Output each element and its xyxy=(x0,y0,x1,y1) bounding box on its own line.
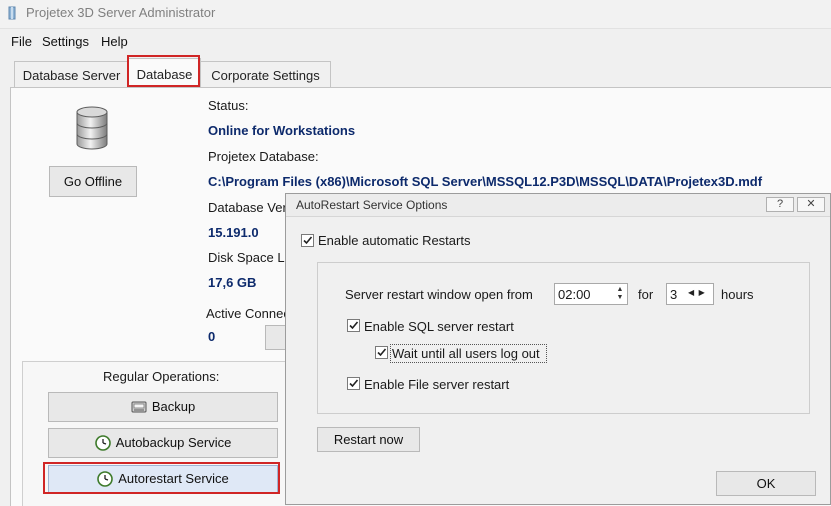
tab-database-server[interactable]: Database Server xyxy=(14,61,129,87)
status-value: Online for Workstations xyxy=(208,123,356,138)
status-label: Status: xyxy=(208,98,249,113)
version-value: 15.191.0 xyxy=(208,225,259,240)
active-connections-value: 0 xyxy=(208,329,216,344)
help-button[interactable]: ? xyxy=(766,197,794,212)
database-label: Projetex Database: xyxy=(208,149,319,164)
tab-strip: Database Server Database Corporate Setti… xyxy=(0,58,831,88)
enable-restarts-label: Enable automatic Restarts xyxy=(318,233,471,248)
check-icon xyxy=(377,348,387,357)
restart-now-button[interactable]: Restart now xyxy=(317,427,420,452)
autorestart-highlight xyxy=(43,462,280,494)
restart-time-value: 02:00 xyxy=(558,287,591,302)
dialog-title: AutoRestart Service Options xyxy=(296,198,448,212)
backup-button[interactable]: Backup xyxy=(48,392,278,422)
menu-help[interactable]: Help xyxy=(101,34,128,49)
check-icon xyxy=(349,321,359,330)
hours-input[interactable]: 3 ◀ ▶ xyxy=(666,283,714,305)
sql-restart-label: Enable SQL server restart xyxy=(364,319,514,334)
hours-spin-arrows[interactable]: ◀ ▶ xyxy=(688,288,705,297)
check-icon xyxy=(303,236,313,245)
disk-space-label: Disk Space Le xyxy=(208,250,292,265)
tab-corporate-settings[interactable]: Corporate Settings xyxy=(200,61,331,87)
enable-restarts-checkbox[interactable] xyxy=(301,234,314,247)
backup-icon xyxy=(131,401,147,413)
wait-users-checkbox[interactable] xyxy=(375,346,388,359)
autorestart-options-dialog: AutoRestart Service Options ? ✕ Enable a… xyxy=(285,193,831,505)
wait-users-label: Wait until all users log out xyxy=(392,346,540,361)
title-bar: Projetex 3D Server Administrator xyxy=(0,0,831,29)
dialog-title-bar: AutoRestart Service Options ? ✕ xyxy=(286,194,830,217)
time-spin-arrows[interactable]: ▲ ▼ xyxy=(615,286,625,302)
restart-time-input[interactable]: 02:00 ▲ ▼ xyxy=(554,283,628,305)
close-button[interactable]: ✕ xyxy=(797,197,825,212)
database-icon xyxy=(76,106,108,150)
check-icon xyxy=(349,379,359,388)
clock-icon xyxy=(94,435,111,451)
for-label: for xyxy=(638,287,654,302)
active-connections-label: Active Connec xyxy=(206,306,290,321)
app-icon xyxy=(8,6,16,20)
ok-button[interactable]: OK xyxy=(716,471,816,496)
window-title: Projetex 3D Server Administrator xyxy=(26,5,216,20)
file-restart-label: Enable File server restart xyxy=(364,377,510,392)
menu-settings[interactable]: Settings xyxy=(42,34,89,49)
file-restart-checkbox[interactable] xyxy=(347,377,360,390)
menu-file[interactable]: File xyxy=(11,34,32,49)
autobackup-label: Autobackup Service xyxy=(115,435,232,450)
regular-operations-title: Regular Operations: xyxy=(103,369,220,384)
menu-bar: File Settings Help xyxy=(0,29,831,55)
tab-database-highlight xyxy=(127,55,200,87)
go-offline-button[interactable]: Go Offline xyxy=(49,166,137,197)
disk-space-value: 17,6 GB xyxy=(208,275,257,290)
database-path: C:\Program Files (x86)\Microsoft SQL Ser… xyxy=(208,174,763,189)
autobackup-service-button[interactable]: Autobackup Service xyxy=(48,428,278,458)
sql-restart-checkbox[interactable] xyxy=(347,319,360,332)
hours-label: hours xyxy=(721,287,754,302)
hours-value: 3 xyxy=(670,287,678,302)
backup-label: Backup xyxy=(151,399,196,414)
version-label: Database Ver xyxy=(208,200,287,215)
restart-window-label: Server restart window open from xyxy=(345,287,533,302)
